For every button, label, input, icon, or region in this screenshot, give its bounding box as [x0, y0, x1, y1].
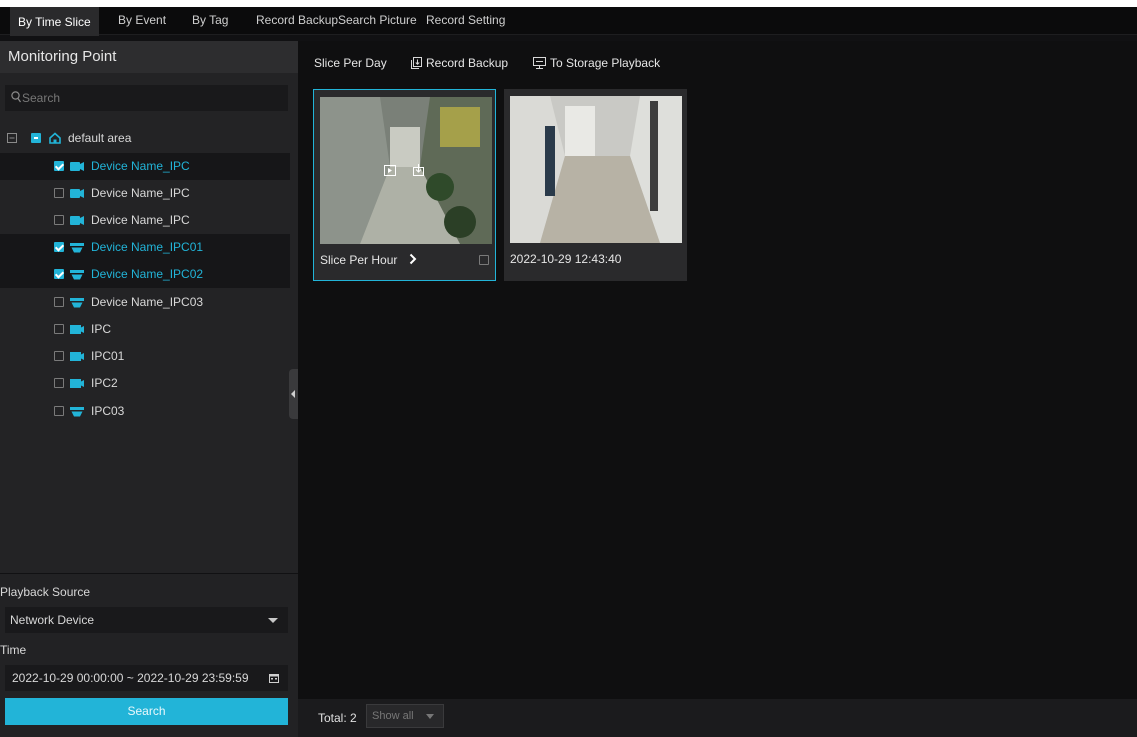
root-checkbox[interactable] [31, 133, 41, 143]
corridor-snapshot [320, 97, 492, 244]
playback-source-label: Playback Source [0, 585, 91, 599]
device-label: Device Name_IPC [91, 186, 190, 200]
time-range-value: 2022-10-29 00:00:00 ~ 2022-10-29 23:59:5… [12, 671, 249, 685]
home-icon [49, 132, 61, 144]
tree-item-device[interactable]: Device Name_IPC [0, 180, 290, 207]
dome-camera-icon [70, 407, 84, 417]
chevron-down-icon [268, 618, 278, 623]
card-timestamp: 2022-10-29 12:43:40 [510, 252, 622, 266]
top-tab-bar: By Time Slice By Event By Tag Record Bac… [0, 7, 1137, 36]
box-camera-icon [70, 352, 84, 361]
to-storage-playback-label: To Storage Playback [550, 56, 661, 70]
slice-card[interactable]: 2022-10-29 12:43:40 [504, 89, 687, 281]
device-checkbox[interactable] [54, 161, 64, 171]
device-checkbox[interactable] [54, 188, 64, 198]
tree-item-device[interactable]: Device Name_IPC [0, 207, 290, 234]
collapse-panel-handle[interactable] [289, 369, 298, 419]
chevron-right-icon [409, 253, 417, 265]
tree-item-device[interactable]: Device Name_IPC02 [0, 261, 290, 288]
bullet-camera-icon [70, 216, 84, 225]
tree-root-default-area[interactable]: default area [0, 125, 290, 152]
app-window: By Time Slice By Event By Tag Record Bac… [0, 7, 1137, 737]
device-label: Device Name_IPC03 [91, 295, 204, 309]
device-label: IPC03 [91, 404, 125, 418]
device-label: IPC [91, 322, 112, 336]
time-label: Time [0, 643, 27, 657]
device-checkbox[interactable] [54, 242, 64, 252]
download-icon[interactable] [413, 164, 424, 176]
tree-item-device[interactable]: IPC03 [0, 398, 290, 425]
tab-by-tag[interactable]: By Tag [184, 7, 236, 34]
panel-title: Monitoring Point [0, 41, 298, 73]
card-select-checkbox[interactable] [479, 255, 489, 265]
device-label: Device Name_IPC01 [91, 240, 204, 254]
record-backup-label: Record Backup [426, 56, 509, 70]
results-footer: Total: 2 Show all [298, 699, 1137, 737]
search-icon [11, 91, 21, 103]
tree-item-device[interactable]: Device Name_IPC [0, 153, 290, 180]
collapse-tree-icon[interactable] [7, 133, 17, 143]
chevron-down-icon [426, 714, 434, 719]
device-checkbox[interactable] [54, 378, 64, 388]
record-backup-button[interactable]: Record Backup [411, 55, 508, 71]
device-checkbox[interactable] [54, 297, 64, 307]
backup-icon [411, 57, 422, 69]
total-count: Total: 2 [318, 711, 357, 725]
tree-item-device[interactable]: Device Name_IPC01 [0, 234, 290, 261]
dome-camera-icon [70, 243, 84, 253]
hallway-snapshot [510, 96, 682, 243]
tree-item-device[interactable]: IPC [0, 316, 290, 343]
monitoring-point-panel: Monitoring Point Search default area Dev… [0, 41, 298, 573]
tab-by-event[interactable]: By Event [110, 7, 174, 34]
device-label: IPC2 [91, 376, 118, 390]
video-thumbnail[interactable] [510, 96, 682, 243]
slice-card[interactable]: Slice Per Hour [313, 89, 496, 281]
video-thumbnail[interactable] [320, 97, 492, 244]
calendar-icon[interactable] [269, 673, 279, 683]
show-all-value: Show all [372, 710, 414, 722]
device-checkbox[interactable] [54, 351, 64, 361]
show-all-select[interactable]: Show all [366, 704, 444, 728]
device-checkbox[interactable] [54, 324, 64, 334]
tab-search-picture[interactable]: Search Picture [330, 7, 425, 34]
playback-source-value: Network Device [10, 613, 95, 627]
device-checkbox[interactable] [54, 269, 64, 279]
monitor-icon [533, 57, 546, 69]
slice-per-day-button[interactable]: Slice Per Day [314, 55, 387, 71]
play-icon[interactable] [384, 165, 396, 176]
slice-per-hour-link[interactable]: Slice Per Hour [320, 253, 417, 267]
dome-camera-icon [70, 270, 84, 280]
device-label: Device Name_IPC [91, 213, 190, 227]
card-label: Slice Per Hour [320, 253, 398, 267]
device-checkbox[interactable] [54, 215, 64, 225]
bullet-camera-icon [70, 162, 84, 171]
device-label: Device Name_IPC02 [91, 267, 204, 281]
search-placeholder: Search [22, 91, 61, 105]
box-camera-icon [70, 379, 84, 388]
device-label: Device Name_IPC [91, 159, 190, 173]
to-storage-playback-button[interactable]: To Storage Playback [533, 55, 660, 71]
time-range-input[interactable]: 2022-10-29 00:00:00 ~ 2022-10-29 23:59:5… [5, 665, 288, 691]
search-input[interactable]: Search [5, 85, 288, 111]
tree-item-device[interactable]: Device Name_IPC03 [0, 289, 290, 316]
dome-camera-icon [70, 298, 84, 308]
tab-by-time-slice[interactable]: By Time Slice [10, 7, 99, 36]
tree-item-device[interactable]: IPC01 [0, 343, 290, 370]
device-checkbox[interactable] [54, 406, 64, 416]
tree-item-device[interactable]: IPC2 [0, 370, 290, 397]
bullet-camera-icon [70, 189, 84, 198]
tab-record-setting[interactable]: Record Setting [418, 7, 513, 34]
search-button[interactable]: Search [5, 698, 288, 725]
playback-source-select[interactable]: Network Device [5, 607, 288, 633]
root-label: default area [68, 131, 132, 145]
box-camera-icon [70, 325, 84, 334]
device-label: IPC01 [91, 349, 125, 363]
